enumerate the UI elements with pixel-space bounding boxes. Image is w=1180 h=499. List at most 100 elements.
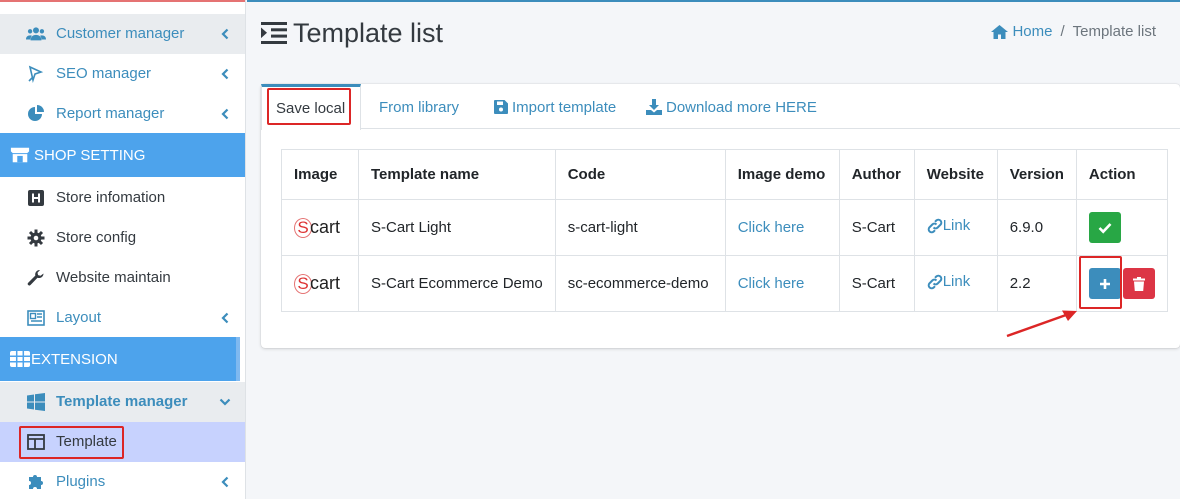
website-cell: Link bbox=[913, 199, 998, 256]
h-square-icon bbox=[26, 189, 46, 207]
columns-icon bbox=[26, 433, 46, 451]
column-header: Website bbox=[913, 149, 998, 200]
template-version: 2.2 bbox=[996, 255, 1077, 312]
sidebar-item-seo-manager[interactable]: SEO manager bbox=[0, 54, 245, 94]
tab-save-local[interactable]: Save local bbox=[261, 84, 361, 130]
delete-template-button[interactable] bbox=[1122, 268, 1155, 299]
chevron-left-icon bbox=[218, 475, 232, 489]
template-name: S-Cart Light bbox=[358, 199, 556, 256]
puzzle-icon bbox=[26, 473, 46, 491]
scart-logo: Scart bbox=[294, 273, 340, 294]
image-demo-link[interactable]: Click here bbox=[738, 275, 805, 292]
breadcrumb: Home / Template list bbox=[991, 23, 1156, 40]
installed-check-button[interactable] bbox=[1088, 212, 1121, 243]
sidebar-item-label: Layout bbox=[56, 309, 102, 326]
chevron-down-icon bbox=[218, 395, 232, 409]
chevron-left-icon bbox=[218, 27, 232, 41]
image-demo-cell: Click here bbox=[724, 255, 840, 312]
column-header: Code bbox=[554, 149, 726, 200]
sidebar-item-label: Template bbox=[56, 433, 117, 450]
website-link-label: Link bbox=[942, 273, 971, 291]
website-cell: Link bbox=[913, 255, 998, 312]
trash-icon bbox=[1132, 276, 1145, 291]
sidebar-item-website-maintain[interactable]: Website maintain bbox=[0, 258, 245, 298]
sidebar-item-customer-manager[interactable]: Customer manager bbox=[0, 14, 245, 54]
breadcrumb-separator: / bbox=[1060, 23, 1065, 40]
website-link[interactable]: Link bbox=[927, 217, 971, 235]
sidebar-header-shop-setting: SHOP SETTING bbox=[0, 133, 245, 177]
link-icon bbox=[927, 218, 943, 234]
breadcrumb-home-label: Home bbox=[1012, 23, 1053, 40]
plus-icon bbox=[1099, 278, 1111, 290]
tab-bar: Save local From library Import template … bbox=[261, 84, 1180, 130]
sidebar-item-store-information[interactable]: Store infomation bbox=[0, 178, 245, 218]
tab-label: Import template bbox=[512, 98, 617, 116]
top-accent-line bbox=[247, 0, 1180, 2]
template-image-cell: Scart bbox=[281, 255, 359, 312]
sidebar-item-label: Website maintain bbox=[56, 269, 171, 286]
sidebar-item-report-manager[interactable]: Report manager bbox=[0, 94, 245, 134]
logo-text: cart bbox=[310, 273, 341, 293]
annotation-arrow bbox=[1006, 310, 1077, 338]
table-header-row: Image Template name Code Image demo Auth… bbox=[281, 149, 1168, 200]
table-row: Scart S-Cart Ecommerce Demo sc-ecommerce… bbox=[281, 255, 1168, 312]
check-icon bbox=[1098, 222, 1112, 234]
sidebar-item-layout[interactable]: Layout bbox=[0, 298, 245, 338]
sidebar-header-label: EXTENSION bbox=[31, 351, 118, 368]
template-image-cell: Scart bbox=[281, 199, 359, 256]
tab-label: Download more HERE bbox=[666, 98, 817, 116]
windows-icon bbox=[26, 393, 46, 411]
column-header: Image demo bbox=[724, 149, 840, 200]
chevron-left-icon bbox=[218, 67, 232, 81]
enable-template-button[interactable] bbox=[1088, 268, 1121, 299]
sidebar-item-label: Plugins bbox=[56, 473, 106, 490]
sidebar-item-label: Store config bbox=[56, 229, 137, 246]
wrench-icon bbox=[26, 269, 46, 287]
indent-list-icon bbox=[261, 22, 287, 44]
chevron-left-icon bbox=[218, 107, 232, 121]
home-icon bbox=[991, 24, 1009, 39]
column-header: Action bbox=[1075, 149, 1168, 200]
template-version: 6.9.0 bbox=[996, 199, 1077, 256]
scart-logo: Scart bbox=[294, 217, 340, 238]
action-cell bbox=[1075, 199, 1168, 256]
website-link-label: Link bbox=[942, 217, 971, 235]
breadcrumb-home-link[interactable]: Home bbox=[991, 23, 1052, 40]
shop-icon bbox=[10, 146, 30, 164]
sidebar-item-label: SEO manager bbox=[56, 65, 152, 82]
template-table: Image Template name Code Image demo Auth… bbox=[281, 149, 1168, 312]
template-author: S-Cart bbox=[838, 199, 915, 256]
sidebar-item-label: Store infomation bbox=[56, 189, 166, 206]
page-title: Template list bbox=[293, 18, 444, 48]
layout-icon bbox=[26, 309, 46, 327]
seo-icon bbox=[26, 65, 46, 83]
users-icon bbox=[26, 25, 46, 43]
link-icon bbox=[927, 274, 943, 290]
template-author: S-Cart bbox=[838, 255, 915, 312]
tab-from-library[interactable]: From library bbox=[379, 84, 459, 130]
table-row: Scart S-Cart Light s-cart-light Click he… bbox=[281, 199, 1168, 256]
sidebar-item-template[interactable]: Template bbox=[0, 422, 245, 462]
breadcrumb-current: Template list bbox=[1072, 23, 1156, 40]
save-icon bbox=[494, 100, 508, 114]
chevron-left-icon bbox=[218, 311, 232, 325]
column-header: Version bbox=[996, 149, 1077, 200]
template-code: s-cart-light bbox=[554, 199, 726, 256]
sidebar-header-label: SHOP SETTING bbox=[34, 147, 146, 164]
sidebar-item-label: Report manager bbox=[56, 105, 165, 122]
logo-text: cart bbox=[310, 217, 341, 237]
sidebar-item-plugins[interactable]: Plugins bbox=[0, 462, 245, 499]
sidebar-item-label: Template manager bbox=[56, 393, 188, 410]
sidebar: Customer manager SEO manager Report mana… bbox=[0, 0, 246, 499]
sidebar-item-template-manager[interactable]: Template manager bbox=[0, 382, 245, 422]
template-name: S-Cart Ecommerce Demo bbox=[358, 255, 556, 312]
website-link[interactable]: Link bbox=[927, 273, 971, 291]
table-icon bbox=[10, 350, 30, 368]
column-header: Author bbox=[838, 149, 915, 200]
tab-download-more[interactable]: Download more HERE bbox=[646, 84, 817, 130]
sidebar-item-store-config[interactable]: Store config bbox=[0, 218, 245, 258]
image-demo-link[interactable]: Click here bbox=[738, 219, 805, 236]
download-icon bbox=[646, 99, 662, 115]
gear-icon bbox=[26, 229, 46, 247]
tab-import-template[interactable]: Import template bbox=[494, 84, 616, 130]
